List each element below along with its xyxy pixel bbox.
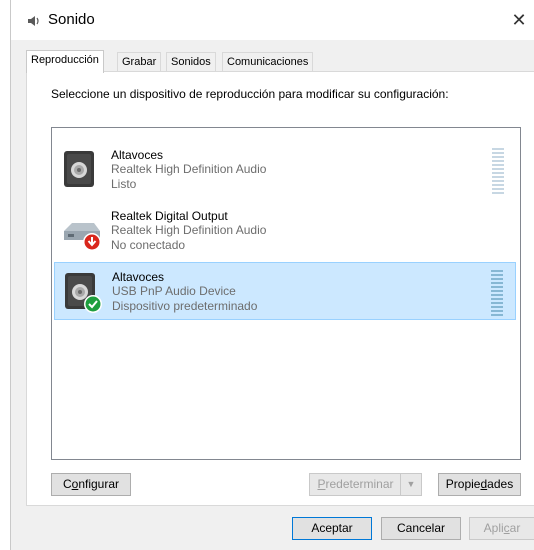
volume-level-meter: [492, 148, 504, 194]
tab-playback[interactable]: Reproducción: [26, 50, 104, 73]
speaker-icon: [65, 273, 102, 313]
device-status: No conectado: [111, 238, 186, 252]
device-name: Realtek Digital Output: [111, 209, 228, 223]
ok-button[interactable]: Aceptar: [292, 517, 372, 540]
sound-dialog: Sonido ✕ Reproducción Grabar Sonidos Com…: [10, 0, 534, 550]
instructions-label: Seleccione un dispositivo de reproducció…: [51, 87, 449, 101]
configure-button[interactable]: Configurar: [51, 473, 131, 496]
device-list[interactable]: Altavoces Realtek High Definition Audio …: [51, 127, 521, 460]
device-name: Altavoces: [111, 148, 164, 162]
cancel-button[interactable]: Cancelar: [381, 517, 461, 540]
device-status: Listo: [111, 177, 137, 191]
set-default-button[interactable]: Predeterminar ▼: [309, 473, 422, 496]
device-driver: Realtek High Definition Audio: [111, 223, 267, 237]
device-driver: USB PnP Audio Device: [112, 284, 236, 298]
window-title: Sonido: [48, 11, 95, 28]
tab-communications[interactable]: Comunicaciones: [222, 52, 314, 72]
title-bar: Sonido ✕: [11, 0, 534, 40]
playback-panel: Seleccione un dispositivo de reproducció…: [26, 71, 534, 506]
device-name: Altavoces: [112, 270, 165, 284]
volume-level-meter: [491, 270, 503, 316]
chevron-down-icon[interactable]: ▼: [400, 474, 421, 495]
device-item[interactable]: Realtek Digital Output Realtek High Defi…: [54, 202, 516, 260]
speaker-icon: [64, 151, 94, 187]
properties-button[interactable]: Propiedades: [438, 473, 521, 496]
device-item[interactable]: Altavoces Realtek High Definition Audio …: [54, 141, 516, 199]
speaker-icon: [28, 16, 39, 26]
digital-output-icon: [64, 223, 101, 251]
apply-button[interactable]: Aplicar: [469, 517, 534, 540]
close-icon: ✕: [511, 9, 527, 30]
device-status: Dispositivo predeterminado: [112, 299, 258, 313]
tab-sounds[interactable]: Sonidos: [166, 52, 216, 72]
device-item-selected[interactable]: Altavoces USB PnP Audio Device Dispositi…: [54, 262, 516, 320]
close-button[interactable]: ✕: [504, 0, 534, 40]
device-driver: Realtek High Definition Audio: [111, 162, 267, 176]
tab-recording[interactable]: Grabar: [117, 52, 162, 72]
